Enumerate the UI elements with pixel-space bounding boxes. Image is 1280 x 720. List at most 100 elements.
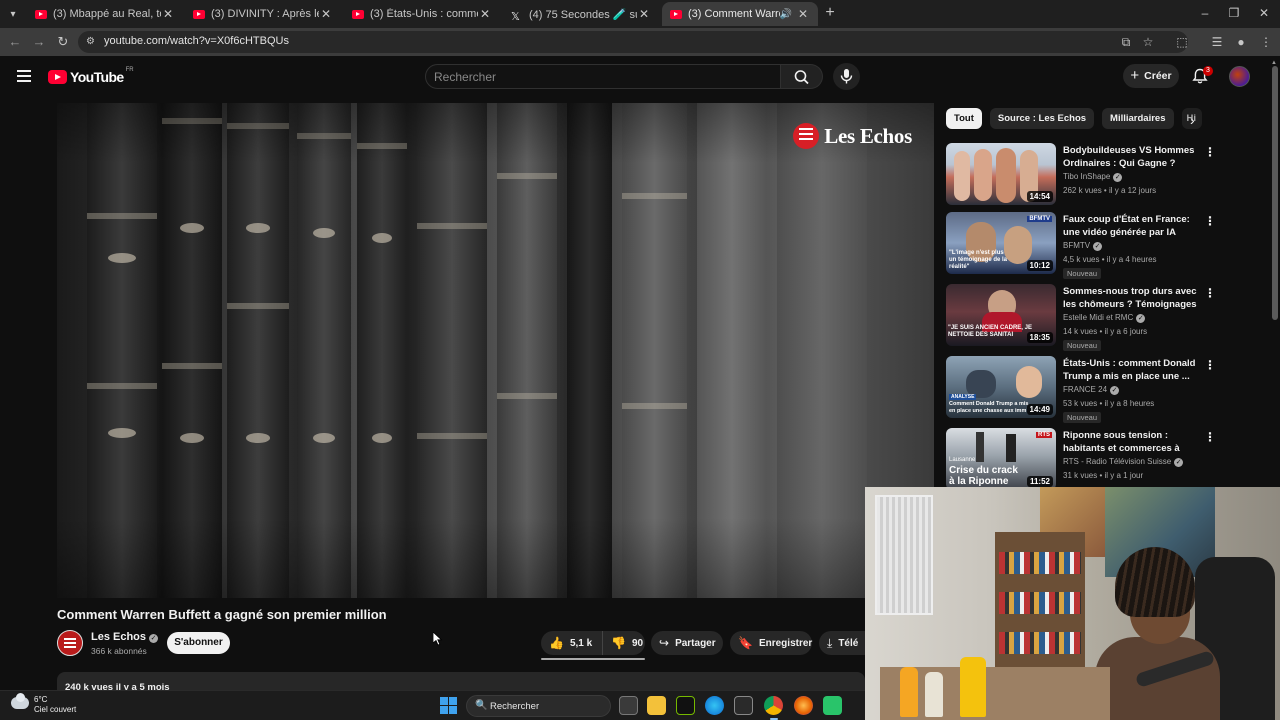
menu-icon[interactable]: [17, 70, 31, 82]
close-tab-icon[interactable]: ✕: [478, 7, 492, 21]
close-tab-icon[interactable]: ✕: [161, 7, 175, 21]
weather-description[interactable]: Ciel couvert: [34, 705, 76, 714]
task-view-icon[interactable]: [619, 696, 638, 715]
minimize-icon[interactable]: –: [1197, 6, 1213, 20]
restore-icon[interactable]: ❐: [1226, 6, 1242, 20]
more-actions-icon[interactable]: ⋮: [1204, 358, 1216, 372]
file-explorer-icon[interactable]: [647, 696, 666, 715]
video-player[interactable]: Les Echos: [57, 103, 934, 598]
chrome-icon[interactable]: [764, 696, 783, 715]
recommended-channel[interactable]: FRANCE 24 ✓: [1063, 385, 1120, 395]
youtube-logo[interactable]: YouTube FR: [48, 67, 134, 85]
recommended-channel-name[interactable]: RTS - Radio Télévision Suisse: [1063, 457, 1171, 466]
recommended-title[interactable]: Faux coup d'État en France: une vidéo gé…: [1063, 213, 1203, 240]
browser-tab[interactable]: (3) DIVINITY : Après le trailer, La ✕: [185, 2, 341, 26]
page-scrollbar[interactable]: [1272, 66, 1278, 320]
chip-billionaires[interactable]: Milliardaires: [1102, 108, 1174, 129]
recommended-channel-name[interactable]: FRANCE 24: [1063, 385, 1107, 394]
recommended-channel-name[interactable]: BFMTV: [1063, 241, 1090, 250]
chevron-right-icon[interactable]: ›: [1190, 112, 1195, 128]
logo-text: YouTube: [70, 69, 124, 85]
voice-search-button[interactable]: [833, 63, 860, 90]
close-tab-icon[interactable]: ✕: [637, 7, 651, 21]
video-thumbnail[interactable]: "JE SUIS ANCIEN CADRE, JE NETTOIE DES SA…: [946, 284, 1056, 346]
recommended-channel[interactable]: BFMTV ✓: [1063, 241, 1103, 251]
app-icon[interactable]: [823, 696, 842, 715]
forward-icon[interactable]: →: [31, 34, 47, 50]
channel-avatar[interactable]: [57, 630, 83, 656]
dislike-button[interactable]: 👎 90: [603, 636, 643, 650]
chip-all[interactable]: Tout: [946, 108, 982, 129]
more-actions-icon[interactable]: ⋮: [1204, 286, 1216, 300]
bookmark-star-icon[interactable]: ☆: [1140, 34, 1156, 50]
reading-list-icon[interactable]: ☰: [1209, 34, 1225, 50]
video-duration: 14:49: [1026, 404, 1053, 415]
recommended-video[interactable]: RTS Lausanne Crise du crack à la Riponne…: [946, 428, 1246, 492]
cloud-icon[interactable]: [11, 693, 29, 709]
firefox-icon[interactable]: [794, 696, 813, 715]
video-duration: 10:12: [1026, 260, 1053, 271]
tab-search-icon[interactable]: ▾: [4, 5, 22, 23]
browser-tab-active[interactable]: (3) Comment Warren Buffe 🔊 ✕: [662, 2, 818, 26]
video-thumbnail[interactable]: ANALYSE Comment Donald Trump a mis en pl…: [946, 356, 1056, 418]
channel-name[interactable]: Les Echos: [91, 631, 146, 643]
recommended-channel-name[interactable]: Tibo InShape: [1063, 172, 1110, 181]
video-thumbnail[interactable]: BFMTV "L'image n'est plus un témoignage …: [946, 212, 1056, 274]
close-window-icon[interactable]: ✕: [1256, 6, 1272, 20]
recommended-video[interactable]: BFMTV "L'image n'est plus un témoignage …: [946, 212, 1246, 279]
recommended-video[interactable]: ANALYSE Comment Donald Trump a mis en pl…: [946, 356, 1246, 423]
save-button[interactable]: 🔖 Enregistrer: [730, 631, 812, 655]
recommended-title[interactable]: Bodybuildeuses VS Hommes Ordinaires : Qu…: [1063, 144, 1203, 170]
recommended-channel-name[interactable]: Estelle Midi et RMC: [1063, 313, 1133, 322]
taskbar-search[interactable]: 🔍 Rechercher: [466, 695, 611, 717]
close-tab-icon[interactable]: ✕: [319, 7, 333, 21]
search-field[interactable]: [425, 64, 781, 89]
like-button[interactable]: 👍 5,1 k: [541, 631, 603, 655]
weather-temperature[interactable]: 6°C: [34, 695, 47, 704]
recommended-channel[interactable]: RTS - Radio Télévision Suisse ✓: [1063, 457, 1184, 467]
share-button[interactable]: ↪ Partager: [651, 631, 723, 655]
site-info-icon[interactable]: ⚙: [86, 36, 98, 48]
more-actions-icon[interactable]: ⋮: [1204, 430, 1216, 444]
taskbar-search-label: Rechercher: [490, 701, 540, 712]
browser-tab[interactable]: 𝕏 (4) 75 Secondes 🧪 sur X : " 🎃 ( ✕: [503, 2, 659, 26]
search-button[interactable]: [781, 64, 823, 89]
edge-icon[interactable]: [705, 696, 724, 715]
recommended-meta: 4,5 k vues • il y a 4 heures: [1063, 255, 1157, 264]
speaker-icon[interactable]: 🔊: [780, 9, 792, 20]
nvidia-icon[interactable]: [676, 696, 695, 715]
extensions-icon[interactable]: ⬚: [1174, 34, 1190, 50]
cast-icon[interactable]: ⧉: [1118, 34, 1134, 50]
channel-name-row[interactable]: Les Echos ✓: [91, 631, 159, 643]
more-actions-icon[interactable]: ⋮: [1204, 214, 1216, 228]
back-icon[interactable]: ←: [7, 34, 23, 50]
microsoft-store-icon[interactable]: [734, 696, 753, 715]
recommended-video[interactable]: "JE SUIS ANCIEN CADRE, JE NETTOIE DES SA…: [946, 284, 1246, 351]
subscribe-button[interactable]: S'abonner: [167, 632, 230, 654]
profile-icon[interactable]: ●: [1233, 34, 1249, 50]
chip-source[interactable]: Source : Les Echos: [989, 108, 1095, 129]
recommended-channel[interactable]: Tibo InShape ✓: [1063, 172, 1123, 182]
create-button[interactable]: + Créer: [1123, 64, 1179, 88]
verified-icon: ✓: [1174, 458, 1184, 467]
recommended-video[interactable]: 14:54 Bodybuildeuses VS Hommes Ordinaire…: [946, 143, 1246, 207]
recommended-channel[interactable]: Estelle Midi et RMC ✓: [1063, 313, 1146, 323]
browser-menu-icon[interactable]: ⋮: [1258, 34, 1274, 50]
video-thumbnail[interactable]: 14:54: [946, 143, 1056, 205]
browser-tab[interactable]: (3) Mbappé au Real, touché pa ✕: [27, 2, 183, 26]
browser-tab[interactable]: (3) États-Unis : comment Donal ✕: [344, 2, 500, 26]
search-input[interactable]: [426, 65, 780, 89]
new-tab-button[interactable]: +: [822, 5, 838, 21]
windows-start-icon[interactable]: [440, 697, 457, 714]
recommended-title[interactable]: Sommes-nous trop durs avec les chômeurs …: [1063, 285, 1203, 312]
video-thumbnail[interactable]: RTS Lausanne Crise du crack à la Riponne…: [946, 428, 1056, 490]
recommended-title[interactable]: États-Unis : comment Donald Trump a mis …: [1063, 357, 1203, 383]
reload-icon[interactable]: ↻: [55, 34, 71, 50]
recommended-title[interactable]: Riponne sous tension : habitants et comm…: [1063, 429, 1203, 456]
close-tab-icon[interactable]: ✕: [796, 7, 810, 21]
more-actions-icon[interactable]: ⋮: [1204, 145, 1216, 159]
thumbnail-caption: Crise du crack à la Riponne: [949, 465, 1018, 487]
thumbnail-caption: Comment Donald Trump a mis en place une …: [949, 401, 1029, 414]
url-field[interactable]: ⚙ youtube.com/watch?v=X0f6cHTBQUs: [78, 31, 1188, 53]
account-avatar[interactable]: [1229, 66, 1250, 87]
